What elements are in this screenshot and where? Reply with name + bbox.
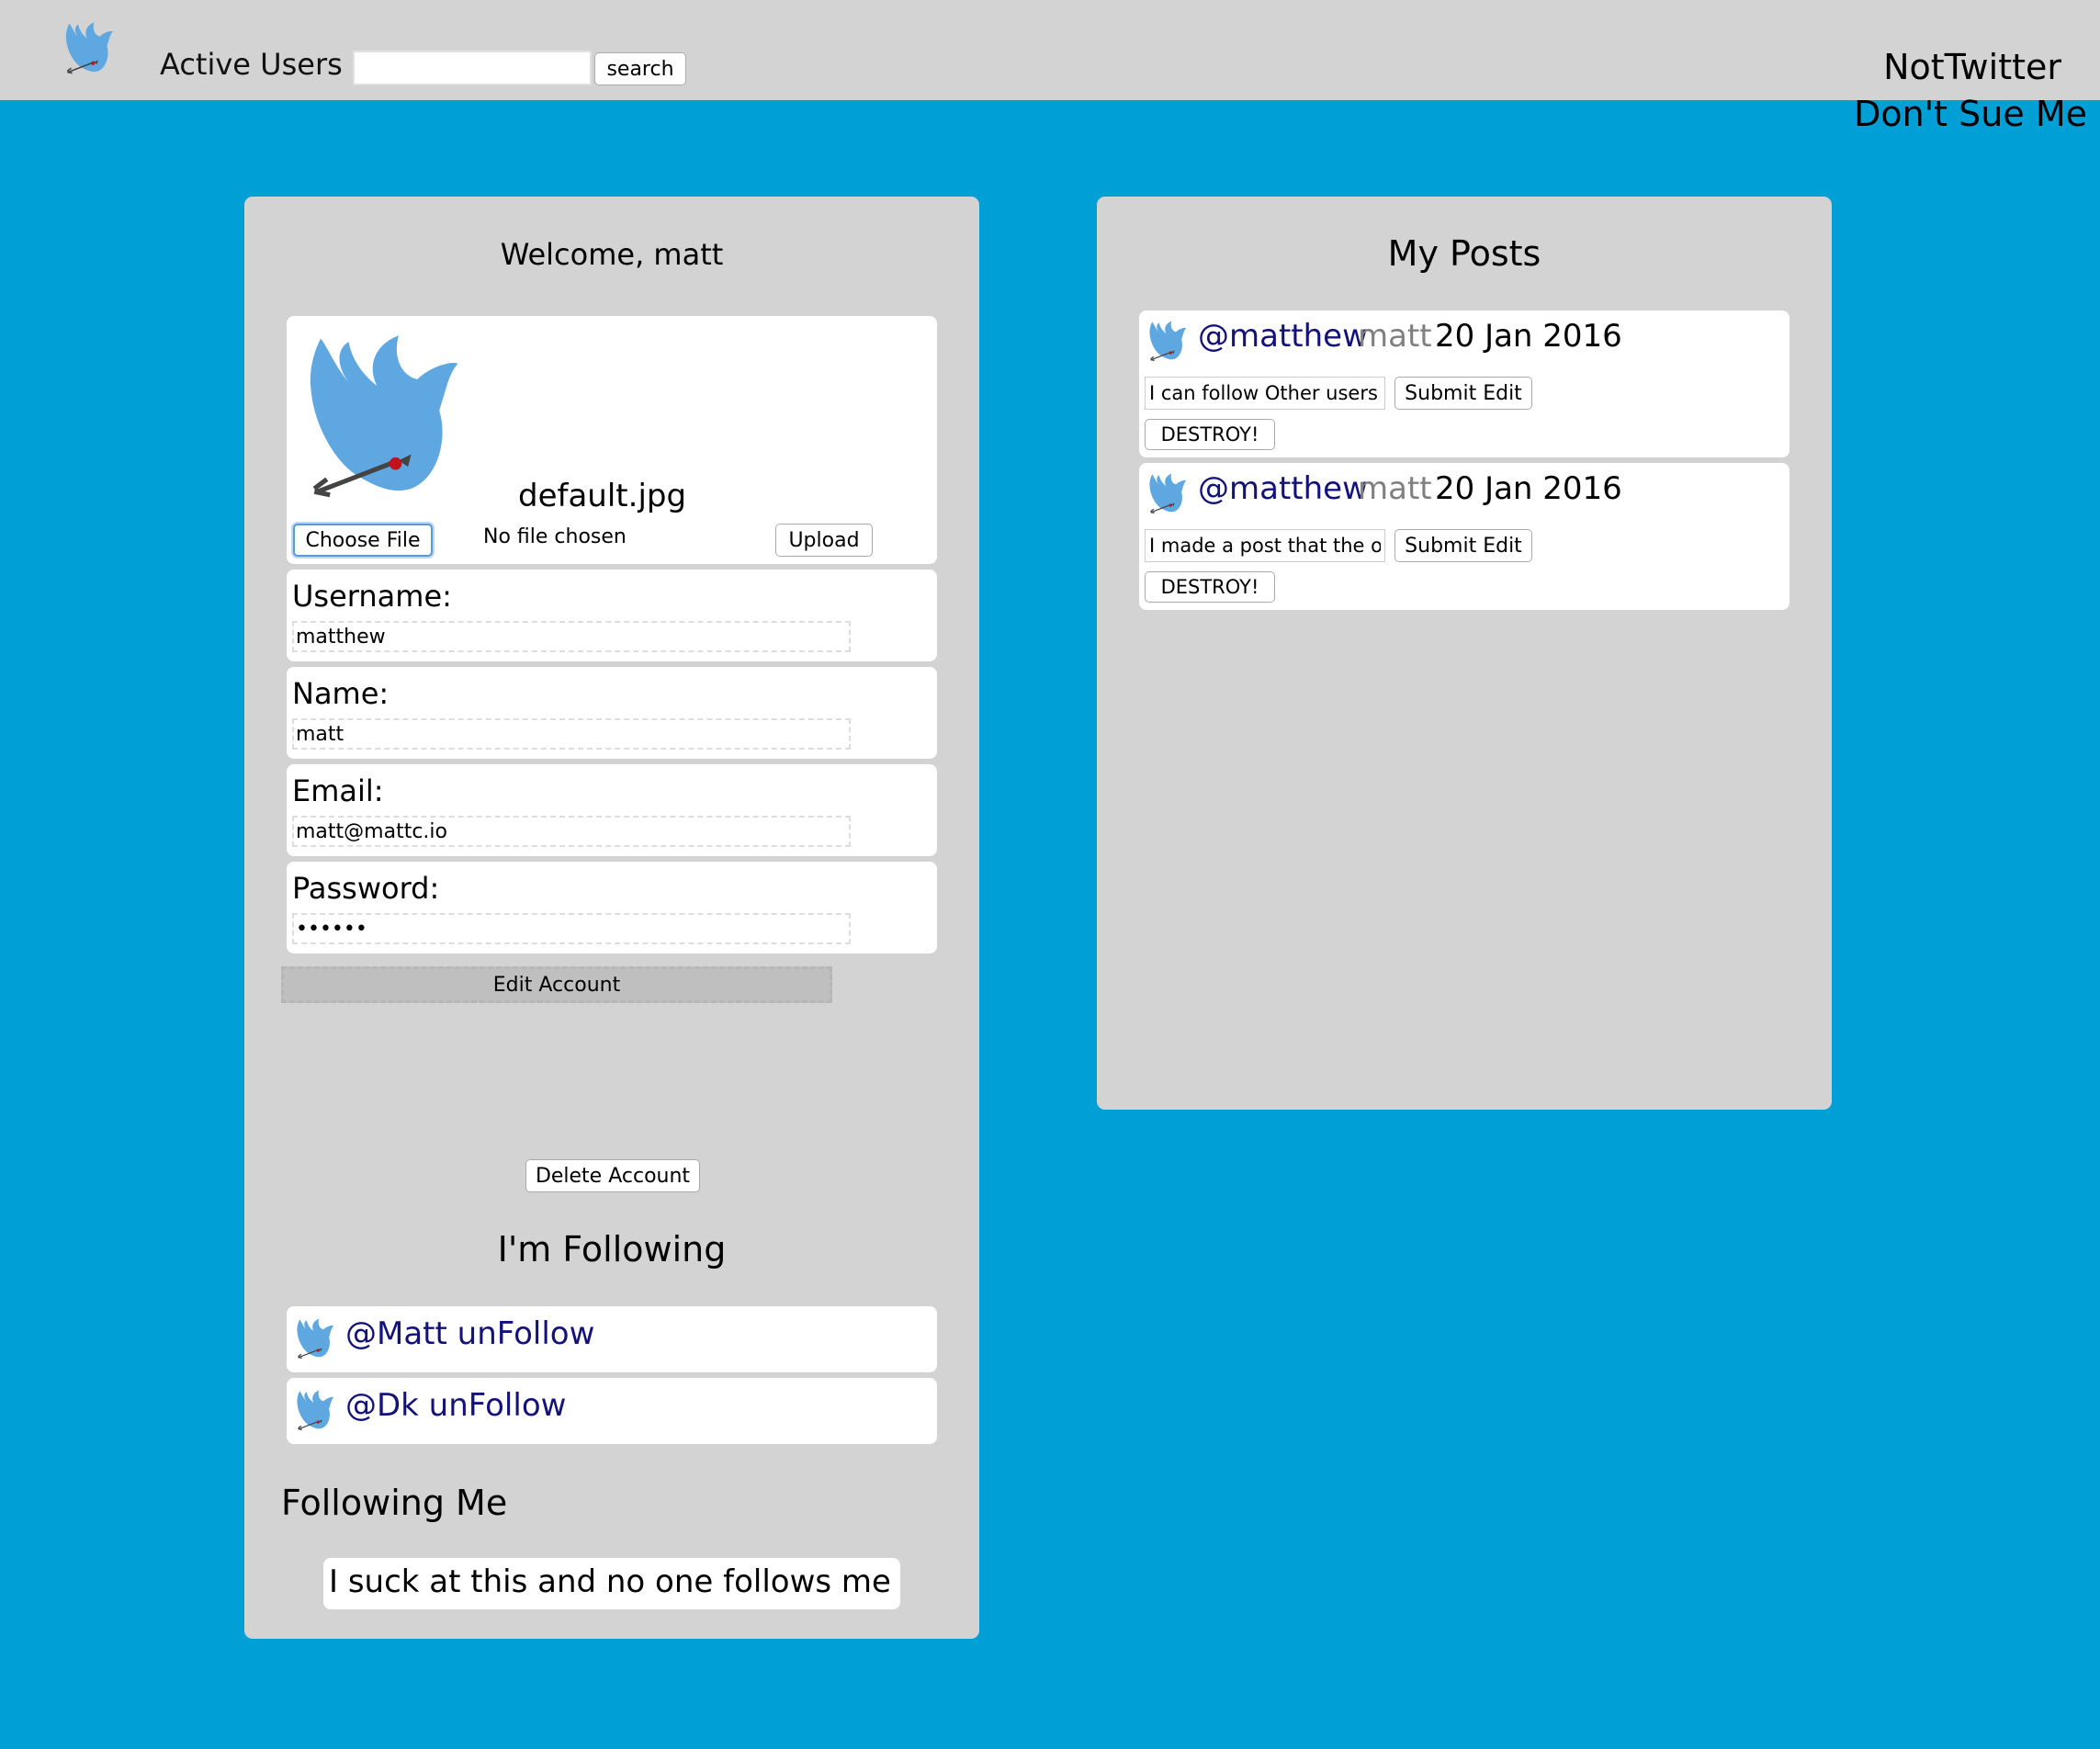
post-author-name: matt	[1358, 470, 1432, 507]
post-card: @matthew matt 20 Jan 2016 Submit Edit DE…	[1139, 463, 1790, 610]
destroy-post-button[interactable]: DESTROY!	[1145, 571, 1275, 603]
brand-subtitle: Don't Sue Me	[1854, 94, 2087, 134]
avatar-filename: default.jpg	[518, 478, 687, 514]
name-label: Name:	[292, 676, 390, 711]
following-item: @Matt unFollow	[287, 1306, 937, 1372]
post-handle-link[interactable]: @matthew	[1198, 318, 1368, 355]
username-card: Username:	[287, 570, 937, 661]
email-card: Email:	[287, 764, 937, 856]
submit-edit-button[interactable]: Submit Edit	[1394, 377, 1532, 410]
bird-avatar-icon	[1148, 318, 1187, 364]
username-field[interactable]	[292, 621, 851, 652]
password-label: Password:	[292, 871, 440, 906]
search-button[interactable]: search	[594, 52, 686, 85]
search-input[interactable]	[353, 51, 592, 85]
post-date: 20 Jan 2016	[1435, 318, 1622, 355]
posts-panel: My Posts @matthew matt 20 Jan 2016 Submi…	[1097, 197, 1832, 1110]
bird-avatar-icon	[296, 1387, 334, 1433]
posts-heading: My Posts	[1387, 233, 1541, 274]
delete-account-button[interactable]: Delete Account	[525, 1159, 700, 1192]
unfollow-link[interactable]: @Dk unFollow	[345, 1387, 566, 1424]
name-field[interactable]	[292, 718, 851, 750]
email-field[interactable]	[292, 816, 851, 847]
upload-button[interactable]: Upload	[775, 524, 873, 557]
edit-account-button[interactable]: Edit Account	[281, 966, 832, 1003]
password-field[interactable]	[292, 913, 851, 944]
following-item: @Dk unFollow	[287, 1378, 937, 1444]
post-edit-input[interactable]	[1145, 529, 1385, 562]
choose-file-button[interactable]: Choose File	[293, 524, 433, 557]
following-me-heading: Following Me	[281, 1483, 508, 1523]
unfollow-link[interactable]: @Matt unFollow	[345, 1315, 594, 1352]
post-date: 20 Jan 2016	[1435, 470, 1622, 507]
avatar-image	[305, 323, 461, 507]
submit-edit-button[interactable]: Submit Edit	[1394, 529, 1532, 562]
bird-avatar-icon	[296, 1315, 334, 1361]
top-nav-bar: Active Users search NotTwitter	[0, 0, 2100, 100]
destroy-post-button[interactable]: DESTROY!	[1145, 419, 1275, 450]
account-panel: Welcome, matt default.jpg Choose File No…	[244, 197, 979, 1639]
bird-logo-icon[interactable]	[64, 20, 114, 75]
name-card: Name:	[287, 667, 937, 759]
active-users-link[interactable]: Active Users	[160, 47, 343, 82]
following-heading: I'm Following	[497, 1229, 727, 1269]
username-label: Username:	[292, 579, 452, 614]
post-card: @matthew matt 20 Jan 2016 Submit Edit DE…	[1139, 310, 1790, 457]
email-label: Email:	[292, 773, 384, 808]
welcome-heading: Welcome, matt	[500, 237, 724, 272]
post-handle-link[interactable]: @matthew	[1198, 470, 1368, 507]
brand-title: NotTwitter	[1883, 47, 2061, 87]
bird-avatar-icon	[1148, 470, 1187, 516]
avatar-card: default.jpg Choose File No file chosen U…	[287, 316, 937, 564]
no-followers-message: I suck at this and no one follows me	[323, 1558, 900, 1609]
password-card: Password:	[287, 862, 937, 953]
no-file-chosen-text: No file chosen	[483, 525, 627, 548]
post-author-name: matt	[1358, 318, 1432, 355]
post-edit-input[interactable]	[1145, 377, 1385, 410]
